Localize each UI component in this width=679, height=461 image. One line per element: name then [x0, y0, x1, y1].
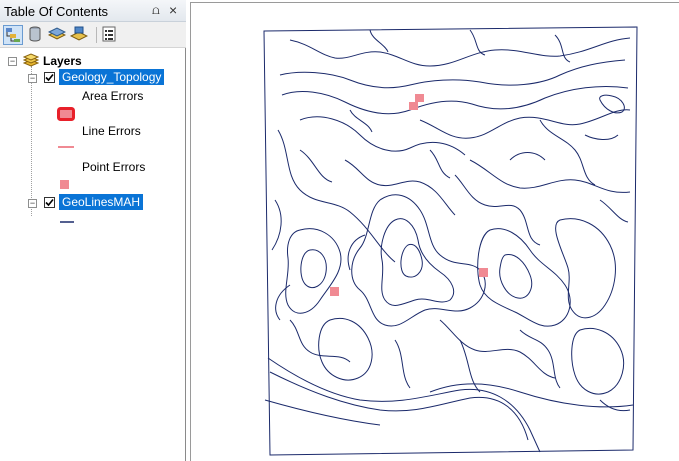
point-error-4 [330, 287, 339, 296]
list-by-source-button[interactable] [26, 25, 46, 45]
collapse-icon[interactable]: − [28, 199, 37, 208]
layer-visibility-checkbox[interactable] [44, 197, 55, 208]
point-error-1 [415, 94, 424, 102]
layer-row-geology-topology[interactable]: − Geology_Topology [0, 69, 186, 87]
options-button[interactable] [100, 25, 120, 45]
geology-lines [263, 26, 638, 456]
area-errors-symbol [57, 107, 75, 121]
geology-map-canvas[interactable] [186, 0, 679, 461]
toc-title-bar: Table Of Contents ⩍ × [0, 0, 186, 22]
layer-name-geolinesmah[interactable]: GeoLinesMAH [59, 194, 144, 210]
list-by-selection-button[interactable] [69, 25, 90, 45]
point-error-2 [409, 102, 418, 110]
close-icon[interactable]: × [169, 2, 177, 18]
point-error-markers [330, 94, 488, 296]
source-icon [29, 26, 41, 42]
options-icon [102, 26, 116, 42]
list-by-visibility-button[interactable] [47, 25, 68, 45]
layer-name-geology-topology[interactable]: Geology_Topology [59, 69, 165, 85]
legend-label-area-errors: Area Errors [82, 89, 144, 103]
map-view[interactable] [186, 0, 679, 461]
river-line [264, 399, 381, 426]
collapse-icon[interactable]: − [28, 74, 37, 83]
collapse-icon[interactable]: − [8, 57, 17, 66]
table-of-contents-panel: Table Of Contents ⩍ × − Layers − Geology… [0, 0, 186, 461]
toc-title: Table Of Contents [4, 4, 109, 19]
pin-icon[interactable]: ⩍ [152, 3, 160, 18]
layers-root-label: Layers [43, 54, 82, 68]
layers-root-row[interactable]: − Layers [0, 52, 186, 70]
layer-row-geolinesmah[interactable]: − GeoLinesMAH [0, 194, 186, 212]
line-errors-symbol [58, 146, 74, 148]
point-error-3 [479, 268, 488, 277]
toolbar-separator [96, 27, 97, 43]
selection-icon [69, 26, 89, 41]
visibility-icon [47, 27, 67, 40]
legend-label-line-errors: Line Errors [82, 124, 141, 138]
point-errors-symbol [60, 180, 69, 189]
river-line [429, 383, 634, 408]
layers-icon [23, 53, 39, 67]
geolines-symbol [60, 221, 74, 223]
map-boundary [263, 26, 638, 456]
layer-visibility-checkbox[interactable] [44, 72, 55, 83]
drawing-order-icon [6, 28, 20, 42]
list-by-drawing-order-button[interactable] [3, 25, 23, 45]
legend-label-point-errors: Point Errors [82, 160, 146, 174]
toc-toolbar [0, 22, 186, 48]
